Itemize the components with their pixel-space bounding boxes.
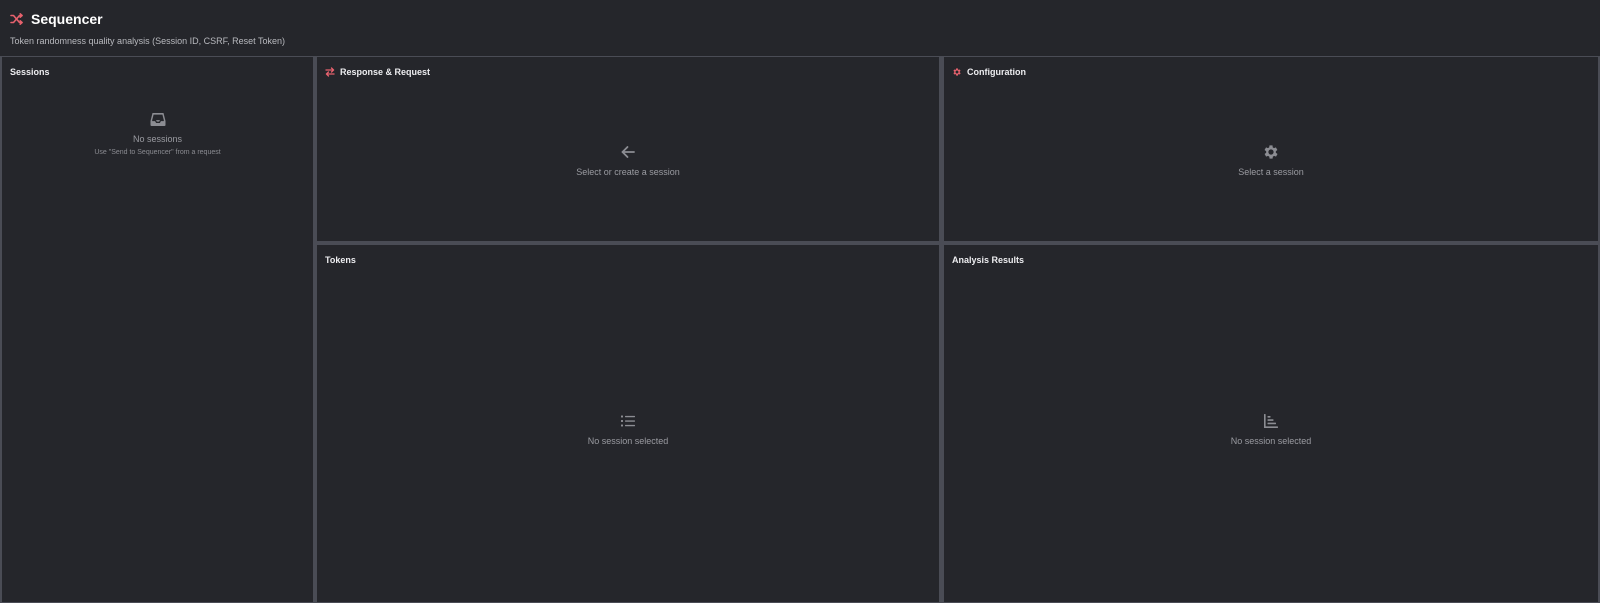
analysis-results-panel: Analysis Results No session selected xyxy=(944,245,1598,602)
tokens-panel-title: Tokens xyxy=(325,255,356,265)
gear-icon xyxy=(952,67,962,77)
configuration-panel: Configuration Select a session xyxy=(944,57,1598,241)
swap-icon xyxy=(325,67,335,77)
list-icon xyxy=(619,412,637,430)
analysis-results-panel-title: Analysis Results xyxy=(952,255,1025,265)
response-request-panel-title: Response & Request xyxy=(340,67,431,77)
inbox-icon xyxy=(149,110,167,128)
configuration-empty-text: Select a session xyxy=(1238,167,1304,177)
configuration-panel-title: Configuration xyxy=(967,67,1026,77)
sessions-panel-header: Sessions xyxy=(10,65,50,79)
sessions-empty-state: No sessions Use "Send to Sequencer" from… xyxy=(2,110,313,156)
panel-grid: Sessions No sessions Use "Send to Sequen… xyxy=(0,56,1600,603)
sessions-empty-hint: Use "Send to Sequencer" from a request xyxy=(94,149,221,156)
response-request-panel: Response & Request Select or create a se… xyxy=(317,57,939,241)
configuration-panel-header: Configuration xyxy=(952,65,1026,79)
sessions-empty-text: No sessions xyxy=(132,134,183,144)
tokens-panel: Tokens No session selected xyxy=(317,245,939,602)
analysis-results-empty-text: No session selected xyxy=(1230,436,1312,446)
page-subtitle: Token randomness quality analysis (Sessi… xyxy=(10,36,285,46)
bar-chart-icon xyxy=(1262,412,1280,430)
configuration-empty-state: Select a session xyxy=(944,143,1598,177)
tokens-empty-state: No session selected xyxy=(317,412,939,446)
sessions-panel-title: Sessions xyxy=(10,67,50,77)
arrow-left-icon xyxy=(619,143,637,161)
title-row: Sequencer xyxy=(10,9,103,29)
analysis-results-empty-state: No session selected xyxy=(944,412,1598,446)
response-request-panel-header: Response & Request xyxy=(325,65,430,79)
app-header: Sequencer Token randomness quality analy… xyxy=(0,0,1600,56)
shuffle-icon xyxy=(10,12,24,26)
page-title: Sequencer xyxy=(31,11,103,27)
response-request-empty-state: Select or create a session xyxy=(317,143,939,177)
response-request-empty-text: Select or create a session xyxy=(576,167,680,177)
sessions-panel: Sessions No sessions Use "Send to Sequen… xyxy=(2,57,313,602)
gear-icon xyxy=(1262,143,1280,161)
tokens-empty-text: No session selected xyxy=(587,436,669,446)
analysis-results-panel-header: Analysis Results xyxy=(952,253,1024,267)
tokens-panel-header: Tokens xyxy=(325,253,356,267)
